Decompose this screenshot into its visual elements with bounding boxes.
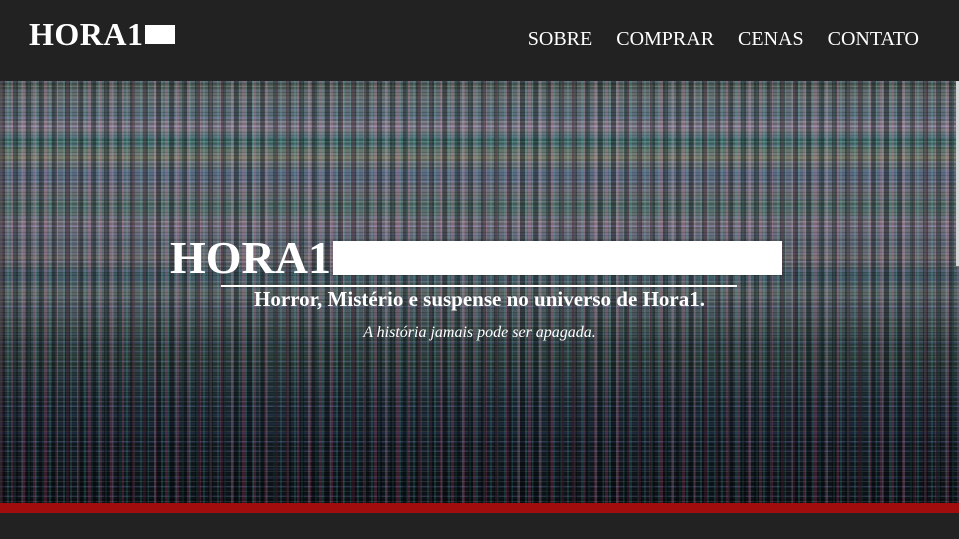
hero-subtitle: Horror, Mistério e suspense no universo … bbox=[254, 287, 705, 311]
nav-link-sobre[interactable]: SOBRE bbox=[528, 28, 592, 51]
brand-cursor-block bbox=[144, 24, 175, 44]
nav-link-comprar[interactable]: COMPRAR bbox=[616, 28, 714, 51]
hero-title-text: HORA1 bbox=[170, 232, 331, 283]
navbar: HORA1 SOBRE COMPRAR CENAS CONTATO bbox=[0, 0, 959, 81]
accent-bar bbox=[0, 503, 959, 513]
hero-title-block bbox=[333, 241, 782, 275]
hero-title: HORA1 bbox=[170, 235, 782, 281]
hero-tagline: A história jamais pode ser apagada. bbox=[363, 324, 596, 341]
main-nav: SOBRE COMPRAR CENAS CONTATO bbox=[528, 28, 919, 51]
brand-name: HORA1 bbox=[29, 16, 144, 52]
nav-link-cenas[interactable]: CENAS bbox=[738, 28, 804, 51]
nav-link-contato[interactable]: CONTATO bbox=[828, 28, 919, 51]
footer-strip bbox=[0, 513, 959, 539]
brand-logo[interactable]: HORA1 bbox=[29, 18, 175, 50]
